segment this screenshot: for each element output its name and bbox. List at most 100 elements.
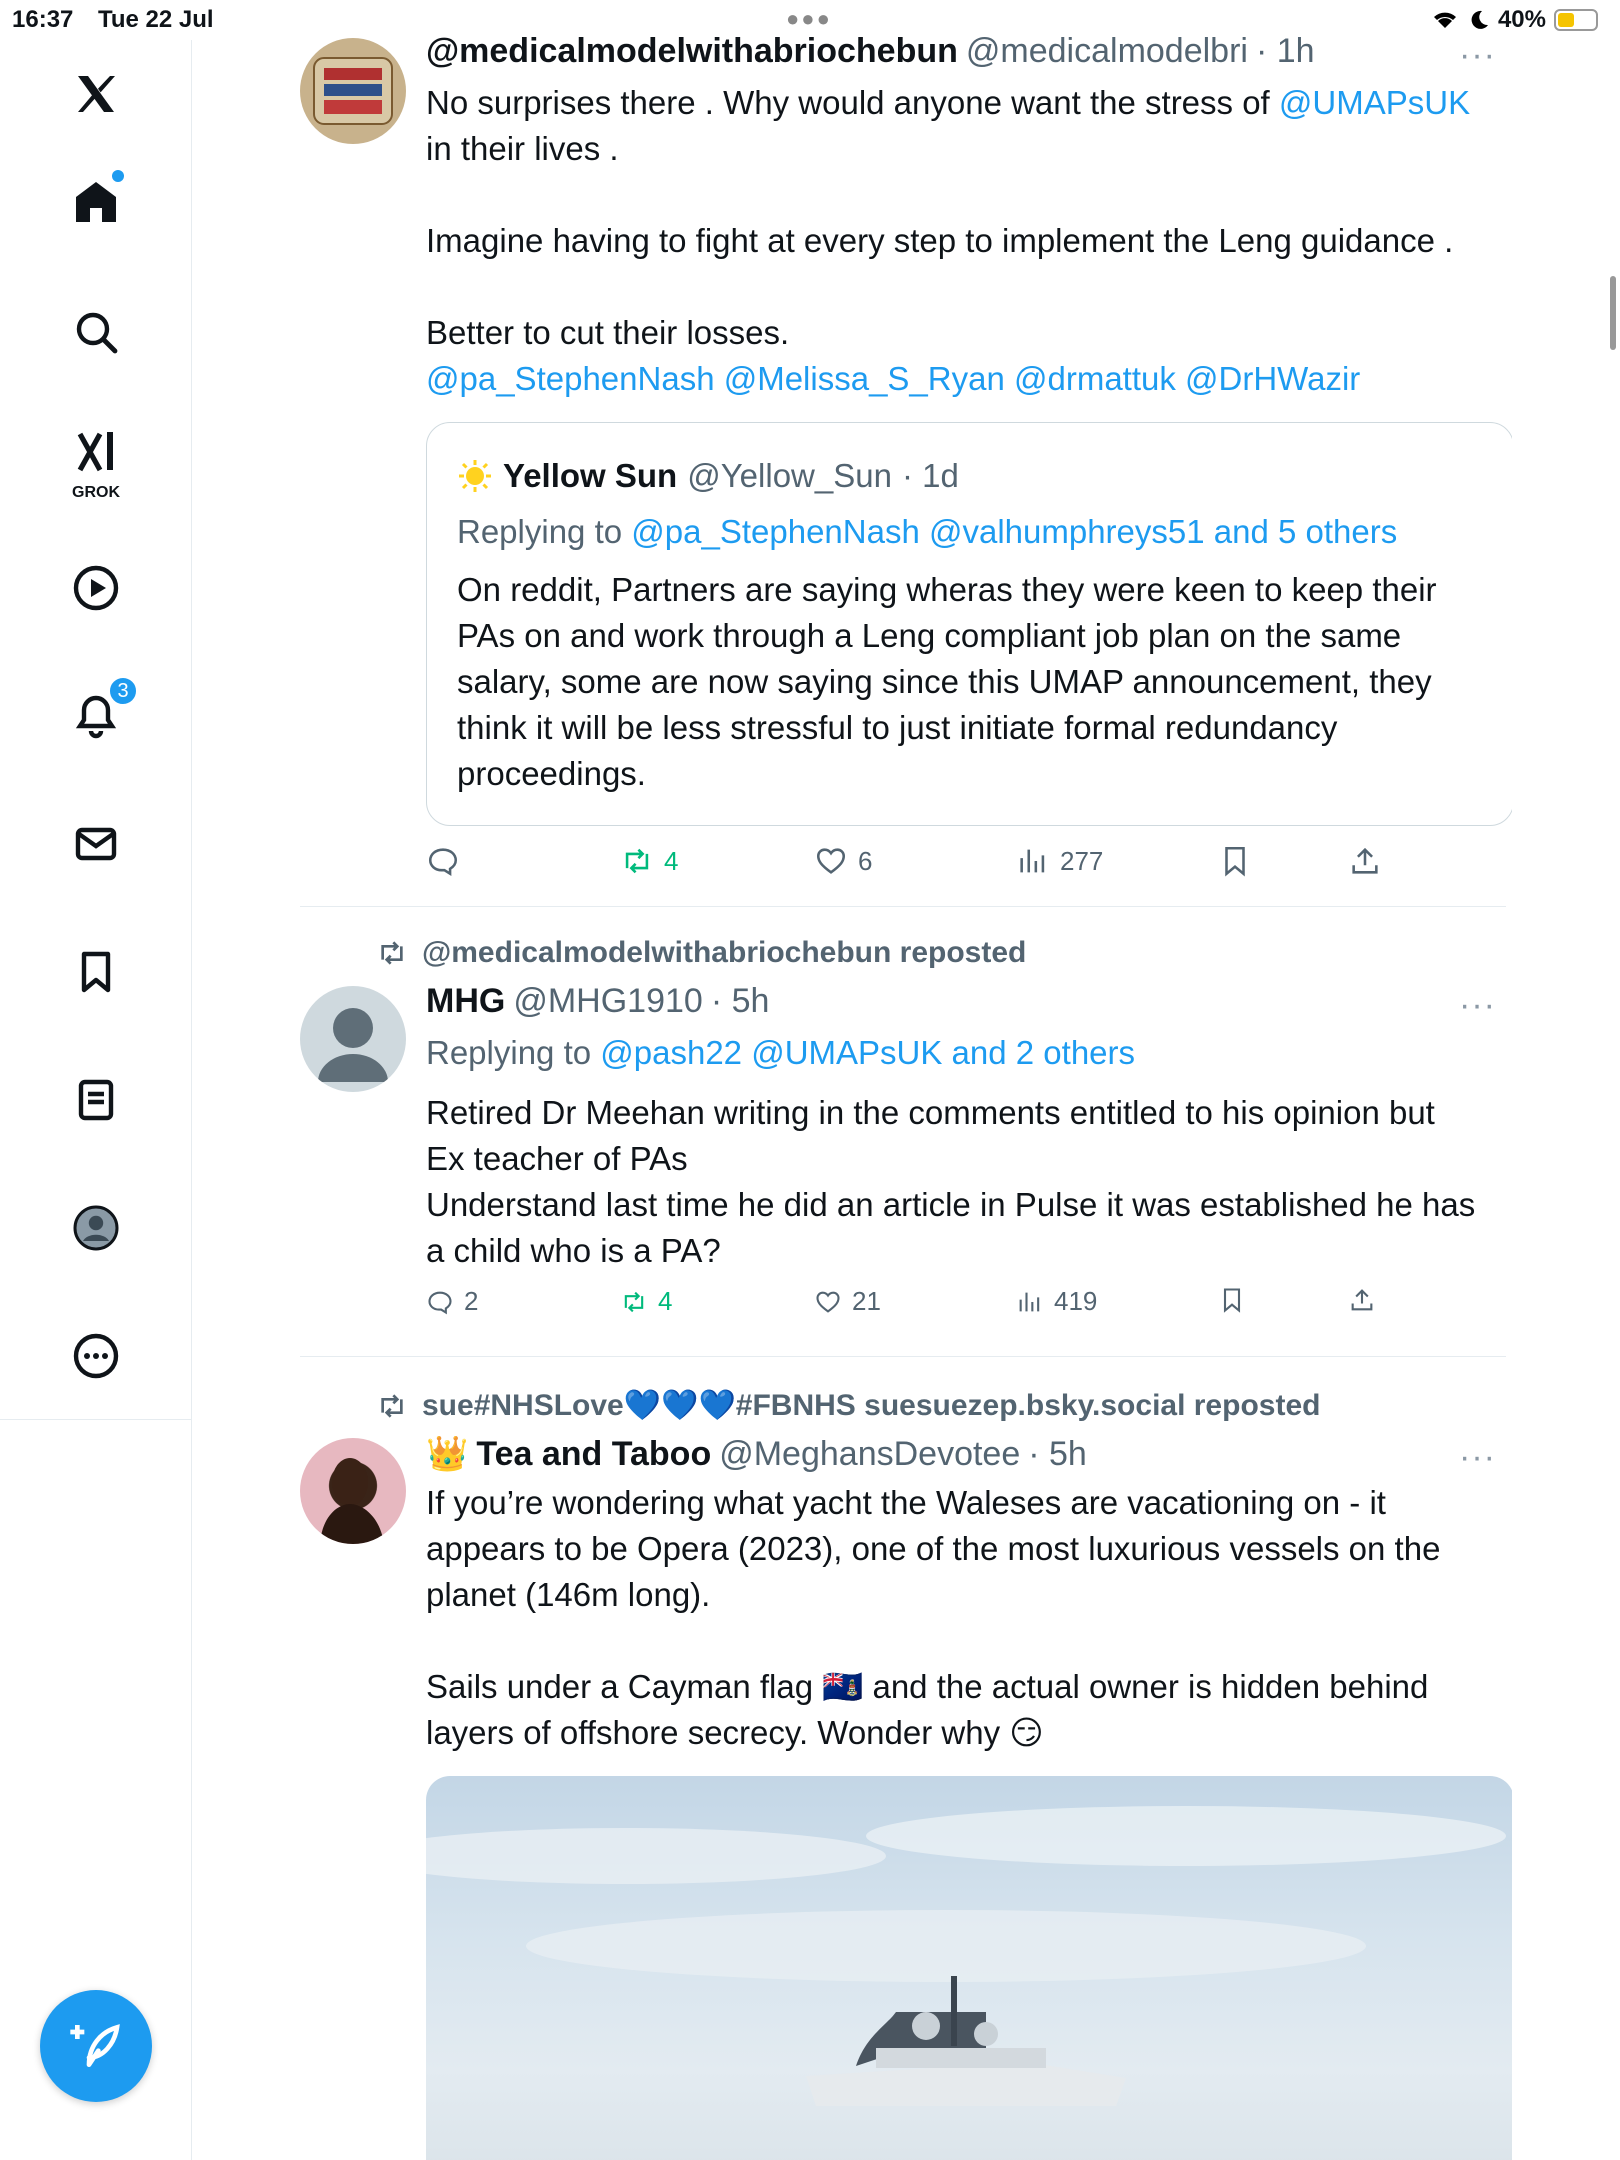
reply-count: 2 <box>464 1286 479 1316</box>
repost-count: 4 <box>664 845 679 876</box>
repost-icon <box>624 1291 644 1312</box>
post-more-icon[interactable]: ··· <box>1459 36 1496 75</box>
share-button[interactable] <box>1348 1286 1376 1314</box>
author-handle[interactable]: @MHG1910 <box>513 982 702 1021</box>
tweet-header: @medicalmodelwithabriochebun @medicalmod… <box>426 32 1315 71</box>
tweet-text: Better to cut their losses. <box>426 314 790 351</box>
repost-button[interactable]: 4 <box>620 844 678 878</box>
search-icon[interactable] <box>68 304 124 360</box>
post-more-icon[interactable]: ··· <box>1459 1438 1496 1477</box>
tweet-body: Retired Dr Meehan writing in the comment… <box>426 1094 1476 1269</box>
crown-emoji: 👑 <box>426 1435 469 1473</box>
notifications-bell-icon[interactable]: 3 <box>68 676 138 744</box>
avatar[interactable] <box>300 38 406 144</box>
mention-links[interactable]: @pa_StephenNash @Melissa_S_Ryan @drmattu… <box>426 356 1496 402</box>
author-name[interactable]: Tea and Taboo <box>476 1435 711 1474</box>
quote-author-handle: @Yellow_Sun <box>687 457 892 494</box>
grok-label: GROK <box>72 484 120 501</box>
grok-icon[interactable]: GROK <box>68 424 124 501</box>
post-time[interactable]: · 5h <box>1028 1435 1087 1474</box>
compose-feather-icon <box>70 2024 120 2067</box>
bookmark-icon <box>1223 1288 1241 1313</box>
like-button[interactable]: 6 <box>814 844 872 878</box>
post-divider <box>300 1356 1506 1357</box>
repost-by-label: @medicalmodelwithabriochebun reposted <box>422 936 1027 969</box>
author-handle[interactable]: @medicalmodelbri <box>966 32 1248 71</box>
heart-icon <box>816 1291 840 1313</box>
post-divider <box>300 906 1506 907</box>
profile-avatar-icon[interactable] <box>68 1200 124 1256</box>
x-logo-icon[interactable] <box>68 66 124 122</box>
compose-post-button[interactable] <box>40 1990 152 2102</box>
views-button[interactable]: 419 <box>1016 1286 1097 1317</box>
quote-time: · 1d <box>901 457 959 494</box>
repost-by-label: sue#NHSLove💙💙💙#FBNHS suesuezep.bsky.soci… <box>422 1389 1321 1422</box>
views-icon <box>1019 1292 1040 1311</box>
timeline-feed: @medicalmodelwithabriochebun @medicalmod… <box>192 0 1512 2160</box>
like-count: 21 <box>852 1286 881 1316</box>
share-button[interactable] <box>1348 844 1382 878</box>
tweet-text: Sails under a Cayman flag 🇰🇾 and the act… <box>426 1668 1438 1751</box>
post-time[interactable]: · 1h <box>1256 32 1315 71</box>
more-options-icon[interactable] <box>68 1328 124 1384</box>
replying-prefix: Replying to <box>426 1034 601 1071</box>
reply-icon <box>428 848 458 877</box>
reply-button[interactable]: 2 <box>426 1286 478 1317</box>
tweet-text: No surprises there . Why would anyone wa… <box>426 84 1279 121</box>
repost-indicator[interactable]: @medicalmodelwithabriochebun reposted <box>376 936 1026 970</box>
author-handle[interactable]: @MeghansDevotee <box>719 1435 1020 1474</box>
sidebar: GROK 3 <box>0 40 192 1420</box>
bookmark-button[interactable] <box>1218 1286 1246 1314</box>
views-count: 419 <box>1054 1286 1098 1316</box>
avatar[interactable] <box>300 986 406 1092</box>
repost-count: 4 <box>658 1286 673 1316</box>
quote-replying-to: Replying to @pa_StephenNash @valhumphrey… <box>457 513 1397 551</box>
repost-indicator[interactable]: sue#NHSLove💙💙💙#FBNHS suesuezep.bsky.soci… <box>376 1388 1320 1423</box>
tweet-text: If you’re wondering what yacht the Wales… <box>426 1484 1450 1613</box>
views-count: 277 <box>1060 845 1104 876</box>
tweet-text: Imagine having to fight at every step to… <box>426 222 1454 259</box>
views-icon <box>1020 849 1045 873</box>
share-icon <box>1351 1289 1373 1311</box>
home-unread-dot <box>112 170 124 182</box>
author-name[interactable]: MHG <box>426 982 505 1021</box>
bookmark-icon <box>1225 846 1245 877</box>
replying-prefix: Replying to <box>457 513 632 550</box>
post-more-icon[interactable]: ··· <box>1459 986 1496 1025</box>
like-button[interactable]: 21 <box>814 1286 881 1317</box>
yacht-image <box>426 1806 1506 2106</box>
tweet-actions: 2 4 21 419 <box>426 1286 1426 1330</box>
repost-icon <box>381 1393 403 1418</box>
views-button[interactable]: 277 <box>1016 844 1103 878</box>
home-icon[interactable] <box>68 170 124 230</box>
reply-icon <box>428 1291 452 1314</box>
post-media-image[interactable] <box>426 1776 1512 2160</box>
bookmark-button[interactable] <box>1218 844 1252 878</box>
bookmarks-icon[interactable] <box>68 944 124 1000</box>
share-icon <box>1352 847 1378 874</box>
battery-icon <box>1554 9 1598 31</box>
repost-icon <box>625 848 649 874</box>
tweet-header: MHG @MHG1910 · 5h <box>426 982 769 1021</box>
mention-link[interactable]: @UMAPsUK <box>1279 84 1470 121</box>
scrollbar[interactable] <box>1610 276 1616 350</box>
sun-emoji-icon <box>459 460 491 492</box>
repost-button[interactable]: 4 <box>620 1286 672 1317</box>
quoted-post[interactable]: Yellow Sun @Yellow_Sun · 1d Replying to … <box>426 422 1512 826</box>
replying-to-links[interactable]: @pa_StephenNash @valhumphreys51 and 5 ot… <box>631 513 1397 550</box>
lists-icon[interactable] <box>68 1072 124 1128</box>
tweet-actions: 4 6 277 <box>426 844 1426 888</box>
tweet-header: 👑 Tea and Taboo @MeghansDevotee · 5h <box>426 1434 1087 1474</box>
quote-header: Yellow Sun @Yellow_Sun · 1d <box>457 457 959 495</box>
replying-to: Replying to @pash22 @UMAPsUK and 2 other… <box>426 1030 1496 1076</box>
status-time: 16:37 <box>12 6 74 33</box>
replying-to-links[interactable]: @pash22 @UMAPsUK and 2 others <box>600 1034 1135 1071</box>
video-play-icon[interactable] <box>68 560 124 616</box>
avatar[interactable] <box>300 1438 406 1544</box>
messages-envelope-icon[interactable] <box>68 816 124 872</box>
notifications-badge: 3 <box>108 676 138 706</box>
author-name[interactable]: @medicalmodelwithabriochebun <box>426 32 958 71</box>
quote-author-name: Yellow Sun <box>503 457 678 494</box>
post-time[interactable]: · 5h <box>711 982 770 1021</box>
reply-button[interactable] <box>426 844 460 878</box>
